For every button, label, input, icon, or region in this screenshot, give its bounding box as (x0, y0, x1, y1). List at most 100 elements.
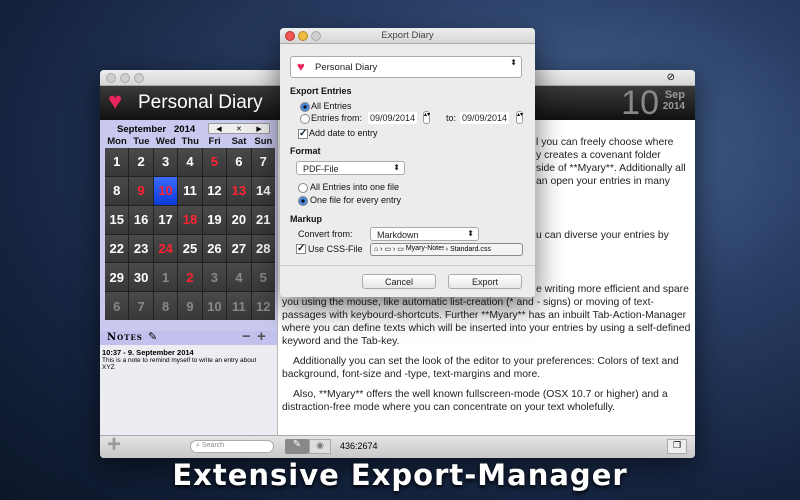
diary-select[interactable]: ♥ Personal Diary (290, 56, 522, 78)
calendar-day[interactable]: 5 (202, 148, 227, 176)
add-entry-button[interactable]: + (107, 431, 121, 458)
into-one-file-label: All Entries into one file (310, 182, 400, 192)
dialog-title-bar: Export Diary (280, 28, 535, 44)
to-label: to: (446, 113, 457, 123)
text-line: where you can define texts which will be… (282, 323, 691, 334)
from-date-field[interactable]: 09/09/2014 (368, 112, 418, 124)
calendar-day[interactable]: 24 (153, 234, 178, 263)
calendar-day[interactable]: 27 (227, 234, 251, 263)
calendar-day[interactable]: 6 (227, 148, 251, 176)
calendar-day[interactable]: 11 (227, 292, 251, 320)
search-input[interactable]: ⌕ Search (190, 440, 274, 453)
format-heading: Format (290, 146, 321, 156)
cursor-position: 436:2674 (340, 441, 378, 451)
calendar-day[interactable]: 29 (105, 263, 129, 292)
calendar-day[interactable]: 8 (105, 176, 129, 205)
calendar-day[interactable]: 16 (129, 205, 153, 234)
next-month-button[interactable]: ▶ (256, 125, 261, 133)
calendar-day[interactable]: 10 (202, 292, 227, 320)
zoom-button[interactable] (134, 73, 144, 83)
all-entries-radio[interactable] (300, 102, 310, 112)
calendar-day[interactable]: 12 (251, 292, 275, 320)
copy-button[interactable]: ❐ (667, 439, 687, 454)
today-button[interactable]: ✕ (236, 125, 242, 133)
calendar-day[interactable]: 23 (129, 234, 153, 263)
from-date-stepper[interactable]: ▴▾ (423, 111, 430, 124)
format-select[interactable]: PDF-File (296, 161, 405, 175)
calendar-day[interactable]: 4 (178, 148, 202, 176)
calendar-day[interactable]: 5 (251, 263, 275, 292)
calendar-day[interactable]: 28 (251, 234, 275, 263)
notes-header: Notes ✎ − + (100, 328, 277, 345)
calendar-day[interactable]: 13 (227, 176, 251, 205)
css-path-control[interactable]: ⌂ › ▭ › ▭ Myary-Notes › Standard.css (370, 243, 523, 256)
calendar-day[interactable]: 7 (251, 148, 275, 176)
compass-icon[interactable]: ⊘ (667, 72, 675, 83)
weekday-label: Sat (231, 136, 247, 147)
note-text[interactable]: This is a note to remind myself to write… (100, 357, 270, 371)
remove-note-button[interactable]: − (242, 328, 251, 345)
calendar-day[interactable]: 15 (105, 205, 129, 234)
calendar-day[interactable]: 6 (105, 292, 129, 320)
calendar-day[interactable]: 2 (178, 263, 202, 292)
calendar-day[interactable]: 14 (251, 176, 275, 205)
calendar-day[interactable]: 7 (129, 292, 153, 320)
convert-from-label: Convert from: (298, 229, 353, 239)
calendar-day[interactable]: 4 (227, 263, 251, 292)
weekday-label: Wed (155, 136, 176, 147)
calendar-day[interactable]: 19 (202, 205, 227, 234)
calendar-day[interactable]: 25 (178, 234, 202, 263)
entries-from-label: Entries from: (311, 113, 363, 123)
calendar-nav: ◀ ✕ ▶ (208, 123, 270, 134)
calendar-day[interactable]: 10 (153, 176, 178, 205)
export-dialog: Export Diary ♥ Personal Diary Export Ent… (280, 28, 535, 297)
one-per-entry-label: One file for every entry (310, 195, 402, 205)
calendar-day[interactable]: 11 (178, 176, 202, 205)
one-per-entry-radio[interactable] (298, 196, 308, 206)
path-folder[interactable]: Myary-Notes (406, 245, 444, 252)
preview-eye-button[interactable]: ◉ (309, 439, 331, 454)
calendar-day[interactable]: 21 (251, 205, 275, 234)
add-date-label: Add date to entry (309, 128, 378, 138)
text-line: an open your entries in many (536, 176, 671, 187)
export-button[interactable]: Export (448, 274, 522, 289)
calendar-day[interactable]: 2 (129, 148, 153, 176)
calendar-day[interactable]: 30 (129, 263, 153, 292)
entries-from-radio[interactable] (300, 114, 310, 124)
close-button[interactable] (106, 73, 116, 83)
calendar-day[interactable]: 17 (153, 205, 178, 234)
prev-month-button[interactable]: ◀ (216, 125, 221, 133)
to-date-stepper[interactable]: ▴▾ (516, 111, 523, 124)
text-line: l you can freely choose where (536, 137, 674, 148)
calendar-day[interactable]: 3 (153, 148, 178, 176)
calendar-day[interactable]: 22 (105, 234, 129, 263)
calendar-day[interactable]: 18 (178, 205, 202, 234)
notes-list: 10:37 - 9. September 2014 This is a note… (100, 345, 277, 435)
to-date-field[interactable]: 09/09/2014 (460, 112, 510, 124)
edit-mode-button[interactable]: ✎ (285, 439, 309, 454)
use-css-checkbox[interactable]: ✓ (296, 244, 306, 254)
path-file[interactable]: Standard.css (450, 246, 491, 253)
add-date-checkbox[interactable]: ✓ (298, 129, 308, 139)
calendar-day[interactable]: 9 (178, 292, 202, 320)
calendar-day[interactable]: 20 (227, 205, 251, 234)
calendar-day[interactable]: 3 (202, 263, 227, 292)
dialog-title: Export Diary (381, 30, 434, 41)
weekday-label: Mon (107, 136, 127, 147)
weekday-label: Fri (208, 136, 221, 147)
calendar-day[interactable]: 1 (153, 263, 178, 292)
add-note-button[interactable]: + (257, 328, 266, 345)
minimize-button[interactable] (120, 73, 130, 83)
weekday-label: Tue (133, 136, 150, 147)
calendar-day[interactable]: 8 (153, 292, 178, 320)
calendar-day[interactable]: 9 (129, 176, 153, 205)
text-line: distraction-free mode where you can conc… (282, 402, 616, 413)
convert-from-select[interactable]: Markdown (370, 227, 479, 241)
into-one-file-radio[interactable] (298, 183, 308, 193)
note-title[interactable]: 10:37 - 9. September 2014 (100, 345, 277, 357)
calendar-day[interactable]: 1 (105, 148, 129, 176)
cancel-button[interactable]: Cancel (362, 274, 436, 289)
calendar-day[interactable]: 12 (202, 176, 227, 205)
pencil-icon[interactable]: ✎ (148, 330, 157, 343)
calendar-day[interactable]: 26 (202, 234, 227, 263)
